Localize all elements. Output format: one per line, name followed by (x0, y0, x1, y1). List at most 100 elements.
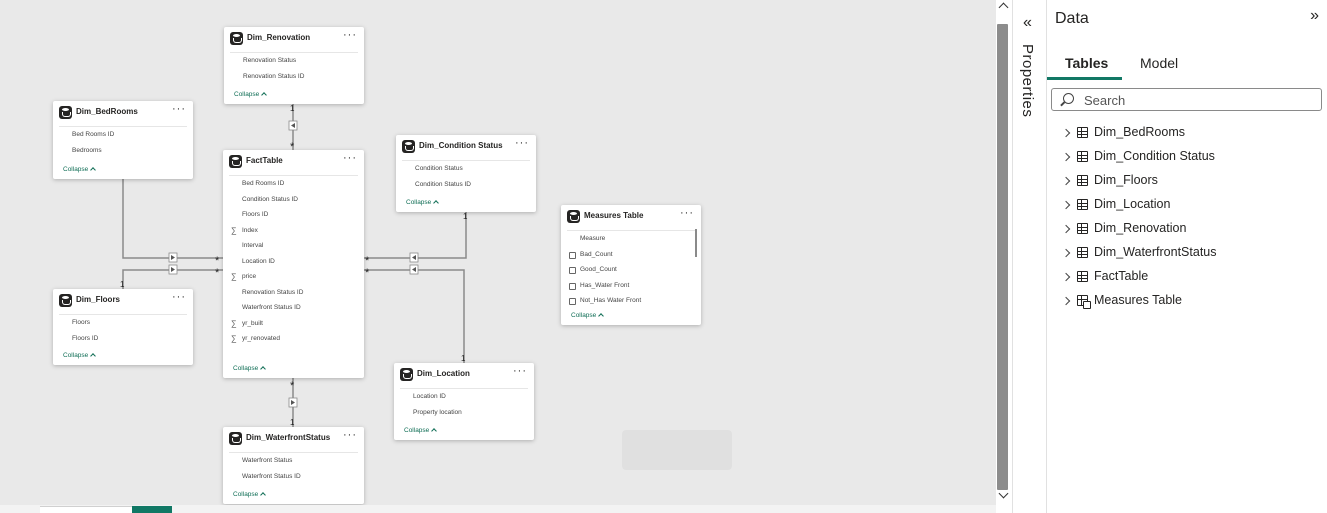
more-options-icon[interactable]: ··· (343, 29, 357, 41)
field-row[interactable]: Renovation Status (224, 53, 364, 69)
field-row[interactable]: Condition Status (396, 161, 536, 177)
canvas-vertical-scrollbar[interactable] (996, 0, 1012, 505)
table-list-item[interactable]: Dim_Renovation (1061, 220, 1311, 242)
collapse-link[interactable]: Collapse (571, 312, 605, 319)
field-row[interactable]: Location ID (394, 389, 534, 405)
table-card-header[interactable]: Measures Table ··· (561, 205, 701, 229)
table-card-header[interactable]: Dim_Floors ··· (53, 289, 193, 313)
active-layout-tab[interactable] (132, 506, 172, 513)
field-row[interactable]: Has_Water Front (561, 278, 701, 294)
more-options-icon[interactable]: ··· (343, 429, 357, 441)
field-row[interactable]: Condition Status ID (396, 177, 536, 193)
cardinality-many: * (365, 255, 370, 267)
scroll-down-icon[interactable] (998, 488, 1009, 499)
table-card-header[interactable]: Dim_WaterfrontStatus ··· (223, 427, 364, 451)
field-row[interactable]: Condition Status ID (223, 192, 364, 208)
table-card-measures[interactable]: Measures Table ··· Measure Bad_Count Good_Co… (561, 205, 701, 325)
field-name: Renovation Status (243, 57, 297, 64)
layout-tab[interactable] (40, 506, 132, 513)
field-row[interactable]: Not_Has Water Front (561, 293, 701, 309)
chevron-right-icon[interactable] (1061, 248, 1071, 258)
table-card-waterfront[interactable]: Dim_WaterfrontStatus ··· Waterfront Status… (223, 427, 364, 504)
properties-pane-collapsed[interactable]: « Properties (1012, 0, 1047, 513)
field-row[interactable]: Property location (394, 405, 534, 421)
field-name: Location ID (242, 257, 275, 265)
chevron-right-icon[interactable] (1061, 296, 1071, 306)
table-list-item[interactable]: Dim_Floors (1061, 172, 1311, 194)
table-list-item[interactable]: Measures Table (1061, 292, 1311, 314)
field-list: Bed Rooms ID Bedrooms (53, 127, 193, 158)
field-row[interactable]: Location ID (223, 254, 364, 270)
more-options-icon[interactable]: ··· (515, 137, 529, 149)
more-options-icon[interactable]: ··· (513, 365, 527, 377)
table-card-header[interactable]: FactTable ··· (223, 150, 364, 174)
tab-model[interactable]: Model (1140, 55, 1178, 71)
table-card-header[interactable]: Dim_Renovation ··· (224, 27, 364, 51)
model-canvas[interactable]: 1 * * * 1 * * 1 1 * 1 Dim_Renovation ··· R… (0, 0, 996, 505)
field-name: Condition Status ID (415, 180, 472, 188)
chevron-right-icon[interactable] (1061, 224, 1071, 234)
pane-title: Data (1055, 10, 1089, 27)
collapse-link[interactable]: Collapse (63, 352, 97, 359)
table-card-renovation[interactable]: Dim_Renovation ··· Renovation Status Renova… (224, 27, 364, 104)
field-row[interactable]: ∑ Index (223, 223, 364, 239)
field-row[interactable]: Bad_Count (561, 247, 701, 263)
more-options-icon[interactable]: ··· (680, 207, 694, 219)
field-row[interactable]: ∑ price (223, 269, 364, 285)
more-options-icon[interactable]: ··· (172, 103, 186, 115)
search-input[interactable] (1084, 91, 1314, 109)
chevron-right-icon[interactable] (1061, 272, 1071, 282)
collapse-link[interactable]: Collapse (234, 91, 268, 98)
table-list-item[interactable]: FactTable (1061, 268, 1311, 290)
scroll-up-icon[interactable] (998, 2, 1009, 13)
table-card-bedrooms[interactable]: Dim_BedRooms ··· Bed Rooms ID Bedrooms Colla… (53, 101, 193, 179)
field-row[interactable]: Floors ID (223, 207, 364, 223)
scrollbar-thumb[interactable] (997, 24, 1008, 490)
field-row[interactable]: Floors (53, 315, 193, 331)
field-row[interactable]: Renovation Status ID (223, 285, 364, 301)
table-card-floors[interactable]: Dim_Floors ··· Floors Floors ID Collapse (53, 289, 193, 365)
field-row[interactable]: Floors ID (53, 331, 193, 347)
more-options-icon[interactable]: ··· (172, 291, 186, 303)
table-list-item[interactable]: Dim_BedRooms (1061, 124, 1311, 146)
table-list-item[interactable]: Dim_Condition Status (1061, 148, 1311, 170)
field-row[interactable]: Bed Rooms ID (53, 127, 193, 143)
search-box[interactable] (1051, 88, 1322, 111)
field-row[interactable]: Waterfront Status ID (223, 469, 364, 485)
collapse-link[interactable]: Collapse (63, 166, 97, 173)
page-tab-bar (0, 505, 996, 513)
field-row[interactable]: Waterfront Status (223, 453, 364, 469)
table-card-location[interactable]: Dim_Location ··· Location ID Property locat… (394, 363, 534, 440)
properties-label[interactable]: Properties (1019, 44, 1036, 117)
field-row[interactable]: Measure (561, 231, 701, 247)
table-card-header[interactable]: Dim_BedRooms ··· (53, 101, 193, 125)
table-card-facttable[interactable]: FactTable ··· Bed Rooms ID Condition Status… (223, 150, 364, 378)
field-row[interactable]: Interval (223, 238, 364, 254)
field-row[interactable]: Bed Rooms ID (223, 176, 364, 192)
table-card-condition-status[interactable]: Dim_Condition Status ··· Condition Status C… (396, 135, 536, 212)
active-tab-indicator (1047, 77, 1122, 80)
field-row[interactable]: Renovation Status ID (224, 69, 364, 85)
collapse-link[interactable]: Collapse (404, 427, 438, 434)
field-row[interactable]: Waterfront Status ID (223, 300, 364, 316)
field-row[interactable]: Good_Count (561, 262, 701, 278)
expand-right-icon[interactable]: » (1310, 7, 1319, 25)
field-row[interactable]: Bedrooms (53, 143, 193, 159)
chevron-right-icon[interactable] (1061, 176, 1071, 186)
table-card-header[interactable]: Dim_Location ··· (394, 363, 534, 387)
field-row[interactable]: ∑ yr_renovated (223, 331, 364, 347)
field-row[interactable]: ∑ yr_built (223, 316, 364, 332)
table-list-item[interactable]: Dim_WaterfrontStatus (1061, 244, 1311, 266)
collapse-link[interactable]: Collapse (233, 365, 267, 372)
field-list-scrollbar[interactable] (695, 229, 697, 257)
table-card-header[interactable]: Dim_Condition Status ··· (396, 135, 536, 159)
tab-tables[interactable]: Tables (1065, 55, 1108, 71)
chevron-right-icon[interactable] (1061, 128, 1071, 138)
collapse-link[interactable]: Collapse (233, 491, 267, 498)
collapse-left-icon[interactable]: « (1023, 14, 1032, 32)
chevron-right-icon[interactable] (1061, 152, 1071, 162)
collapse-link[interactable]: Collapse (406, 199, 440, 206)
table-list-item[interactable]: Dim_Location (1061, 196, 1311, 218)
chevron-right-icon[interactable] (1061, 200, 1071, 210)
more-options-icon[interactable]: ··· (343, 152, 357, 164)
